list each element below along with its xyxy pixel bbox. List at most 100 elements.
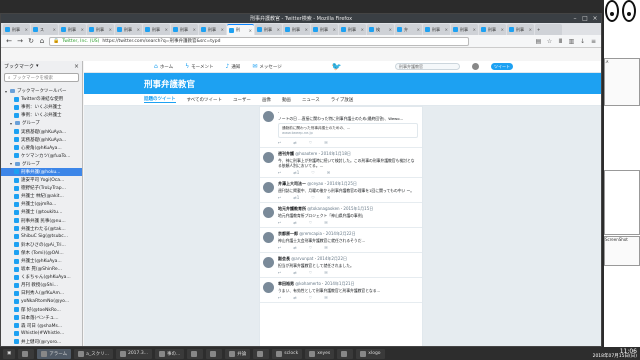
right-window-1[interactable]: メ xyxy=(604,58,640,106)
avatar[interactable] xyxy=(263,111,274,122)
twitter-nav-0[interactable]: ⌂ ホーム xyxy=(154,63,173,70)
search-tab-5[interactable]: ニュース xyxy=(302,97,320,103)
minimize-icon[interactable]: – xyxy=(572,15,578,22)
chevron-down-icon[interactable]: ▾ xyxy=(9,121,13,126)
twitter-bird-icon[interactable]: 🐦 xyxy=(332,62,342,71)
bookmark-item[interactable]: 弁護士(@jmRo... xyxy=(1,200,82,208)
like-button[interactable]: ♡ xyxy=(309,220,313,225)
tweet-date[interactable]: 2014年1月21日 xyxy=(325,281,355,286)
taskbar-app-8[interactable] xyxy=(253,348,270,359)
tab-14[interactable]: 弁 × xyxy=(395,24,422,35)
bookmark-item[interactable]: 日本落(ベンチュ... xyxy=(1,314,82,322)
maximize-icon[interactable]: □ xyxy=(582,15,588,22)
bookmark-item[interactable]: 弁護士 林紀(@akit... xyxy=(1,192,82,200)
tweet-date[interactable]: 2014年2月22日 xyxy=(317,256,347,261)
reply-button[interactable]: ↩ xyxy=(278,140,281,145)
taskbar-app-10[interactable]: xeyes xyxy=(305,348,335,359)
bookmark-item[interactable]: 心要角(@hKuAya... xyxy=(1,144,82,152)
tab-7[interactable]: 刑事 × xyxy=(199,24,226,35)
dm-button[interactable]: ✉ xyxy=(327,195,330,200)
forward-icon[interactable]: → xyxy=(16,37,24,45)
reply-button[interactable]: ↩ xyxy=(278,195,281,200)
reader-icon[interactable]: ▤ xyxy=(535,38,542,45)
tab-12[interactable]: 刑事 × xyxy=(339,24,366,35)
retweet-button[interactable]: ⇄ xyxy=(293,270,296,275)
tab-11[interactable]: 刑事 × xyxy=(311,24,338,35)
avatar[interactable] xyxy=(263,182,274,194)
sidebar-title[interactable]: ブックマーク xyxy=(4,63,34,70)
tab-close-icon[interactable]: × xyxy=(81,27,84,32)
close-icon[interactable]: × xyxy=(592,15,598,22)
reply-button[interactable]: ↩ xyxy=(278,170,281,175)
chevron-down-icon[interactable]: ▾ xyxy=(4,89,8,94)
reply-button[interactable]: ↩ xyxy=(278,245,281,250)
sidebar-toggle-icon[interactable]: ▥ xyxy=(568,38,575,45)
like-button[interactable]: ♡ xyxy=(309,245,313,250)
right-window-2[interactable] xyxy=(604,170,640,235)
back-icon[interactable]: ← xyxy=(5,37,13,45)
retweet-button[interactable]: ⇄1 xyxy=(293,170,299,175)
reply-button[interactable]: ↩ xyxy=(278,270,281,275)
right-window-3[interactable]: ScreenShot xyxy=(604,236,640,266)
tab-close-icon[interactable]: × xyxy=(137,27,140,32)
tab-16[interactable]: 刑事 × xyxy=(451,24,478,35)
bookmark-item[interactable]: 郁 好(@toeNkRo... xyxy=(1,306,82,314)
bookmark-star-icon[interactable]: ☆ xyxy=(546,38,553,45)
bookmark-item[interactable]: ケツマンカツ(@fuaTo... xyxy=(1,152,82,160)
tab-1[interactable]: ス × xyxy=(31,24,58,35)
tab-close-icon[interactable]: × xyxy=(473,27,476,32)
twitter-nav-3[interactable]: ✉ メッセージ xyxy=(252,63,281,70)
twitter-nav-2[interactable]: ♪ 通知 xyxy=(225,63,240,70)
tab-close-icon[interactable]: × xyxy=(25,27,28,32)
bookmark-item[interactable]: ▾ ブックマークツールバー xyxy=(1,87,82,95)
search-tab-2[interactable]: ユーザー xyxy=(233,97,251,103)
search-tab-1[interactable]: すべてのツイート xyxy=(187,97,223,103)
tweet-date[interactable]: 2014年1月18日 xyxy=(321,151,351,156)
like-button[interactable]: ♡ xyxy=(309,140,313,145)
tab-15[interactable]: 刑事 × xyxy=(423,24,450,35)
tweet-author-name[interactable]: 週刊弁護 xyxy=(278,151,294,156)
tab-10[interactable]: 刑事 × xyxy=(283,24,310,35)
tab-close-icon[interactable]: × xyxy=(389,27,392,32)
search-tab-0[interactable]: 話題のツイート xyxy=(144,96,176,103)
retweet-button[interactable]: ⇄ xyxy=(293,220,296,225)
taskbar-app-1[interactable]: アラーム xyxy=(37,348,72,359)
tab-17[interactable]: 刑事 × xyxy=(479,24,506,35)
tab-close-icon[interactable]: × xyxy=(445,27,448,32)
bookmark-item[interactable]: 坂本 晃(@ShinRe... xyxy=(1,265,82,273)
taskbar-app-5[interactable] xyxy=(187,348,204,359)
bookmark-item[interactable]: 鈴木ひさの(@Ai_Tri... xyxy=(1,241,82,249)
tab-18[interactable]: 刑事 × xyxy=(507,24,534,35)
new-tab-button[interactable]: + xyxy=(535,24,562,35)
bookmark-item[interactable]: 実務基礎(@hKuAya... xyxy=(1,136,82,144)
avatar[interactable] xyxy=(263,257,274,269)
retweet-button[interactable]: ⇄1 xyxy=(293,195,299,200)
tab-close-icon[interactable]: × xyxy=(501,27,504,32)
like-button[interactable]: ♡ xyxy=(309,295,313,300)
dm-button[interactable]: ✉ xyxy=(324,140,327,145)
tab-0[interactable]: 刑事 × xyxy=(3,24,30,35)
tab-8[interactable]: 刑 × xyxy=(227,24,254,35)
menu-icon[interactable]: ≡ xyxy=(590,38,597,45)
taskbar-app-0[interactable] xyxy=(18,348,35,359)
tweet-author-name[interactable]: 京都原一郎 xyxy=(278,231,298,236)
bookmark-item[interactable]: 弁護士わたる(@tak... xyxy=(1,225,82,233)
retweet-button[interactable]: ⇄ xyxy=(293,295,296,300)
chevron-down-icon[interactable]: ▾ xyxy=(9,161,13,166)
bookmark-item[interactable]: くまちゃん(@hKuAya... xyxy=(1,273,82,281)
search-tab-4[interactable]: 動画 xyxy=(282,97,291,103)
retweet-button[interactable]: ⇄ xyxy=(293,245,296,250)
like-button[interactable]: ♡ xyxy=(311,170,315,175)
like-button[interactable]: ♡ xyxy=(309,270,313,275)
taskbar-app-12[interactable]: xlogo xyxy=(356,348,385,359)
taskbar-app-11[interactable] xyxy=(337,348,354,359)
bookmark-item[interactable]: ▾ グループ xyxy=(1,119,82,127)
tab-close-icon[interactable]: × xyxy=(333,27,336,32)
download-icon[interactable]: ↓ xyxy=(579,38,586,45)
bookmark-item[interactable]: 刑事弁護(@hoku... xyxy=(1,167,82,177)
taskbar-app-7[interactable]: 弁論 xyxy=(225,348,251,359)
retweet-button[interactable]: ⇄ xyxy=(293,140,296,145)
reply-button[interactable]: ↩ xyxy=(278,220,281,225)
taskbar-app-4[interactable]: 事の... xyxy=(155,348,185,359)
bookmark-item[interactable]: 刑事弁護 民事(@nu... xyxy=(1,217,82,225)
